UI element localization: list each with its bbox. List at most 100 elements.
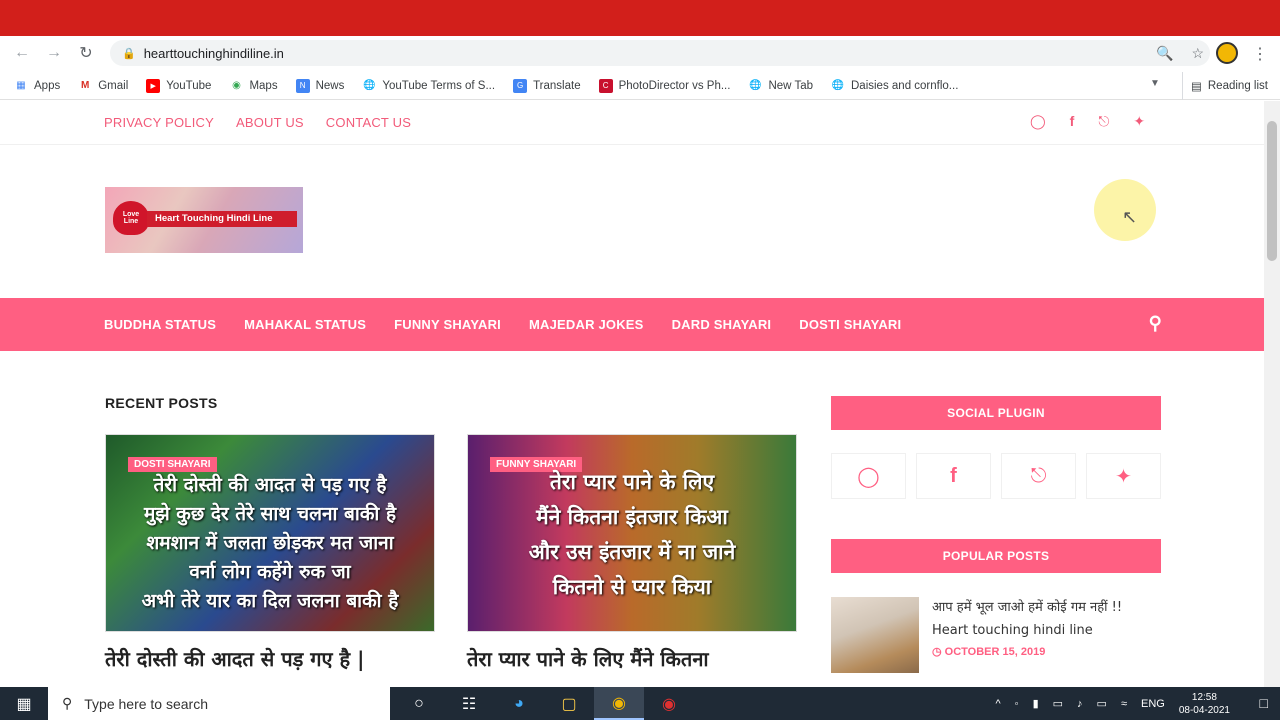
instagram-icon[interactable]: ◯	[1030, 113, 1046, 130]
screen-recorder-icon[interactable]: ◉	[644, 687, 694, 720]
image-line: अभी तेरे यार का दिल जलना बाकी है	[141, 590, 399, 612]
system-tray: ^ ◦ ▮ ▭ ♪ ▭ ≈ ENG 12:58 08-04-2021	[996, 687, 1231, 720]
windows-start-icon[interactable]: ▦	[0, 687, 48, 720]
windows-taskbar: ▦ ⚲ Type here to search ○ ☷ ◕ ▢ ◉ ◉ ^ ◦ …	[0, 687, 1280, 720]
bookmark-label: Maps	[249, 79, 278, 92]
post-image-dosti[interactable]: DOSTI SHAYARI तेरी दोस्ती की आदत से पड़ …	[105, 434, 435, 632]
twitter-icon[interactable]: ✦	[1133, 113, 1145, 130]
post-image-funny[interactable]: FUNNY SHAYARI तेरा प्यार पाने के लिए मैं…	[467, 434, 797, 632]
twitter-icon[interactable]: ✦	[1086, 453, 1161, 499]
bookmark-maps[interactable]: ◉ Maps	[229, 79, 278, 93]
scrollbar-thumb[interactable]	[1267, 121, 1277, 261]
address-bar[interactable]: 🔒 hearttouchinghindiline.in 🔍 ☆	[110, 40, 1210, 66]
nav-buddha-status[interactable]: BUDDHA STATUS	[104, 317, 216, 332]
bookmark-label: Gmail	[98, 79, 129, 92]
bookmark-news[interactable]: N News	[295, 78, 344, 93]
globe-icon: 🌐	[363, 80, 376, 91]
popular-post-title[interactable]: आप हमें भूल जाओ हमें कोई गम नहीं !! Hear…	[932, 596, 1162, 642]
instagram-icon[interactable]: ◯	[831, 453, 906, 499]
bookmark-label: New Tab	[768, 79, 813, 92]
privacy-policy-link[interactable]: PRIVACY POLICY	[104, 115, 214, 130]
facebook-icon[interactable]: f	[1070, 113, 1075, 130]
translate-icon: G	[513, 78, 528, 93]
post-title-link[interactable]: तेरी दोस्ती की आदत से पड़ गए है |	[105, 645, 364, 672]
top-social-links: ◯ f ⎋ ✦	[1030, 113, 1145, 130]
edge-icon[interactable]: ◕	[494, 687, 544, 720]
social-plugin-heading: SOCIAL PLUGIN	[831, 396, 1161, 430]
web-page: PRIVACY POLICY ABOUT US CONTACT US ◯ f ⎋…	[0, 101, 1264, 687]
browser-toolbar: ← → ↻ 🔒 hearttouchinghindiline.in 🔍 ☆	[0, 36, 1280, 70]
volume-icon[interactable]: ♪	[1077, 698, 1083, 710]
logo-badge-text: Love Line	[122, 211, 140, 225]
bookmark-label: YouTube Terms of S...	[382, 79, 496, 92]
date-text: OCTOBER 15, 2019	[944, 646, 1046, 658]
profile-avatar-icon[interactable]	[1216, 42, 1238, 64]
reading-list-button[interactable]: ▤ Reading list	[1182, 72, 1268, 100]
nav-majedar-jokes[interactable]: MAJEDAR JOKES	[529, 317, 644, 332]
lock-icon[interactable]: 🔒	[122, 47, 136, 60]
taskbar-clock[interactable]: 12:58 08-04-2021	[1179, 691, 1230, 717]
page-scrollbar[interactable]	[1264, 101, 1280, 687]
photodirector-icon: C	[598, 78, 613, 93]
browser-menu-icon[interactable]: ⋮	[1252, 44, 1268, 64]
multitask-icon[interactable]: ☷	[444, 687, 494, 720]
pinterest-icon[interactable]: ⎋	[1001, 453, 1076, 499]
bookmarks-bar: ▦ Apps M Gmail ▶ YouTube ◉ Maps N News 🌐 YouTu…	[0, 72, 1280, 100]
bookmark-daisies[interactable]: 🌐 Daisies and cornflo...	[831, 79, 959, 93]
bookmarks-overflow-icon[interactable]: ▼	[1150, 78, 1160, 89]
image-line: मुझे कुछ देर तेरे साथ चलना बाकी है	[143, 503, 397, 525]
contact-us-link[interactable]: CONTACT US	[326, 115, 411, 130]
post-image-text: तेरी दोस्ती की आदत से पड़ गए है मुझे कुछ…	[106, 471, 434, 616]
youtube-icon: ▶	[146, 78, 161, 93]
bookmark-apps[interactable]: ▦ Apps	[14, 79, 60, 93]
zoom-icon[interactable]: 🔍	[1156, 45, 1173, 62]
notifications-icon[interactable]: □	[1260, 695, 1268, 711]
bookmark-youtube[interactable]: ▶ YouTube	[146, 78, 211, 93]
social-plugin-grid: ◯ f ⎋ ✦	[831, 453, 1161, 499]
forward-icon[interactable]: →	[38, 44, 70, 62]
taskbar-search[interactable]: ⚲ Type here to search	[48, 687, 390, 720]
battery-icon[interactable]: ▭	[1053, 697, 1063, 710]
pinterest-icon[interactable]: ⎋	[1098, 113, 1109, 130]
globe-icon: 🌐	[831, 80, 845, 91]
url-text[interactable]: hearttouchinghindiline.in	[144, 46, 284, 61]
header-divider	[0, 144, 1264, 145]
post-title-link[interactable]: तेरा प्यार पाने के लिए मैंने कितना	[467, 645, 709, 672]
bookmark-translate[interactable]: G Translate	[513, 78, 581, 93]
site-logo[interactable]: Love Line Heart Touching Hindi Line	[105, 187, 303, 253]
nav-dard-shayari[interactable]: DARD SHAYARI	[672, 317, 772, 332]
search-icon[interactable]: ⚲	[1149, 313, 1162, 334]
usb-icon[interactable]: ▮	[1033, 697, 1039, 710]
reload-icon[interactable]: ↻	[70, 43, 102, 63]
popular-posts-heading: POPULAR POSTS	[831, 539, 1161, 573]
bookmark-photodirector[interactable]: C PhotoDirector vs Ph...	[598, 78, 730, 93]
bookmark-new-tab[interactable]: 🌐 New Tab	[748, 79, 813, 93]
popular-post-date: ◷ OCTOBER 15, 2019	[932, 645, 1045, 658]
display-icon[interactable]: ▭	[1097, 697, 1107, 710]
nav-mahakal-status[interactable]: MAHAKAL STATUS	[244, 317, 366, 332]
file-explorer-icon[interactable]: ▢	[544, 687, 594, 720]
image-line: कितनो से प्यार किया	[552, 575, 712, 599]
wifi-icon[interactable]: ≈	[1121, 698, 1127, 710]
image-line: मैंने कितना इंतजार किआ	[536, 505, 728, 529]
clock-date: 08-04-2021	[1178, 704, 1230, 716]
show-hidden-icons-icon[interactable]: ^	[996, 698, 1001, 710]
facebook-icon[interactable]: f	[916, 453, 991, 499]
chrome-icon[interactable]: ◉	[594, 687, 644, 720]
nav-dosti-shayari[interactable]: DOSTI SHAYARI	[799, 317, 901, 332]
task-view-icon[interactable]: ○	[394, 687, 444, 720]
star-icon[interactable]: ☆	[1191, 45, 1204, 62]
category-badge[interactable]: DOSTI SHAYARI	[128, 457, 217, 472]
image-line: तेरा प्यार पाने के लिए	[549, 470, 715, 494]
back-icon[interactable]: ←	[6, 44, 38, 62]
nav-funny-shayari[interactable]: FUNNY SHAYARI	[394, 317, 501, 332]
popular-post-thumbnail[interactable]	[831, 597, 919, 673]
network-icon[interactable]: ◦	[1015, 698, 1019, 710]
maps-pin-icon: ◉	[232, 80, 241, 91]
bookmark-yt-terms[interactable]: 🌐 YouTube Terms of S...	[362, 79, 495, 93]
reading-list-label: Reading list	[1207, 80, 1268, 92]
language-indicator[interactable]: ENG	[1141, 698, 1165, 710]
about-us-link[interactable]: ABOUT US	[236, 115, 304, 130]
bookmark-gmail[interactable]: M Gmail	[78, 79, 128, 93]
apps-grid-icon: ▦	[16, 80, 26, 91]
